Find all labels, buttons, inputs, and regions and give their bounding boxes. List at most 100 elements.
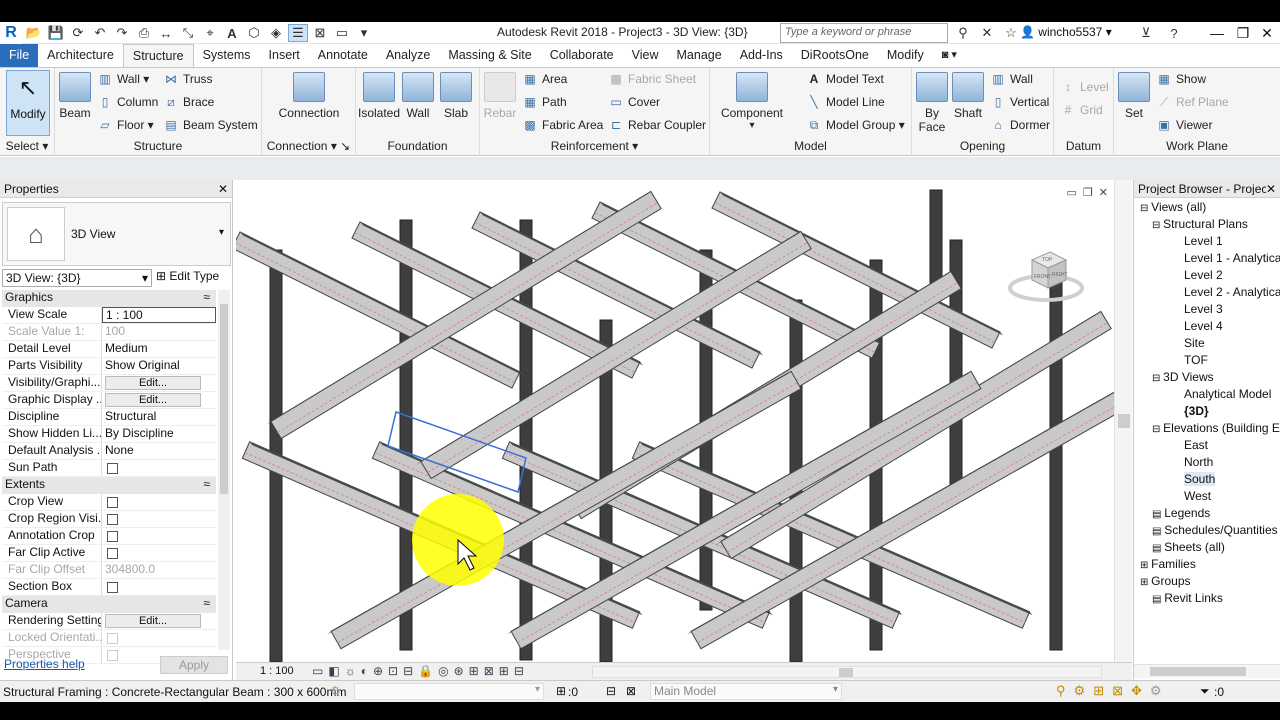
column-8[interactable]	[1049, 269, 1063, 651]
property-value[interactable]: None	[102, 443, 216, 459]
sun-path-icon[interactable]: ☼	[345, 664, 356, 678]
browser-item[interactable]: ▤ Sheets (all)	[1152, 540, 1225, 554]
show-crop-icon[interactable]: ⊟	[403, 664, 413, 678]
select-underlay-icon[interactable]: ⚙	[1074, 683, 1086, 699]
close-hidden-icon[interactable]: ⊠	[310, 24, 330, 42]
browser-item[interactable]: ▤ Legends	[1152, 506, 1210, 520]
property-checkbox[interactable]	[107, 633, 118, 644]
help-icon[interactable]: ?	[1164, 24, 1184, 42]
reveal-constraints-icon[interactable]: ⊟	[514, 664, 524, 678]
contextual-tab-toggle-icon[interactable]: ◙ ▾	[933, 44, 966, 67]
property-checkbox[interactable]	[107, 497, 118, 508]
measure-icon[interactable]: ↔	[156, 24, 176, 42]
property-group-extents[interactable]: Extents ≈	[2, 477, 216, 494]
subscription-icon[interactable]: ✕	[977, 24, 997, 42]
maximize-button[interactable]: ❐	[1230, 22, 1256, 44]
wall-button[interactable]: ▥ Wall ▾	[97, 72, 149, 86]
properties-scrollbar[interactable]	[218, 290, 230, 650]
view-instance-selector[interactable]: 3D View: {3D} ▾	[2, 269, 152, 287]
browser-item[interactable]: TOF	[1184, 353, 1208, 367]
browser-item[interactable]: ⊟ Views (all)	[1140, 200, 1206, 214]
model-text-button[interactable]: A Model Text	[806, 72, 884, 86]
text-icon[interactable]: A	[222, 24, 242, 42]
reveal-hidden-icon[interactable]: ⊛	[454, 664, 464, 678]
close-view-icon[interactable]: ✕	[1099, 186, 1108, 199]
collapse-icon[interactable]: ⊟	[1152, 424, 1163, 435]
browser-item[interactable]: ▤ Schedules/Quantities	[1152, 523, 1278, 537]
fabric-sheet-button[interactable]: ▩ Fabric Sheet	[608, 72, 696, 86]
property-group-camera[interactable]: Camera ≈	[2, 596, 216, 613]
column-button[interactable]: ▯ Column	[97, 95, 159, 109]
brace-button[interactable]: ⧄ Brace	[163, 95, 214, 110]
render-icon[interactable]: ⊕	[373, 664, 383, 678]
close-icon[interactable]: ✕	[218, 182, 228, 196]
truss-button[interactable]: ⋈ Truss	[163, 72, 213, 86]
property-checkbox[interactable]	[107, 650, 118, 661]
dimension-icon[interactable]: ⤡	[178, 24, 198, 42]
modify-button[interactable]: ↖ Modify	[6, 70, 50, 136]
browser-item[interactable]: Level 3	[1184, 302, 1223, 316]
tab-view[interactable]: View	[623, 44, 668, 67]
cover-button[interactable]: ▭ Cover	[608, 95, 660, 109]
close-button[interactable]: ✕	[1254, 22, 1280, 44]
tab-manage[interactable]: Manage	[668, 44, 731, 67]
type-selector[interactable]: ⌂ 3D View ▾	[2, 202, 231, 266]
tab-annotate[interactable]: Annotate	[309, 44, 377, 67]
property-group-graphics[interactable]: Graphics ≈	[2, 290, 216, 307]
browser-item[interactable]: West	[1184, 489, 1211, 503]
wall-opening-button[interactable]: ▥ Wall	[990, 72, 1033, 86]
edit-button[interactable]: Edit...	[105, 376, 201, 390]
browser-item[interactable]: ▤ Revit Links	[1152, 591, 1223, 605]
viewer-button[interactable]: ▣ Viewer	[1156, 118, 1212, 132]
level-button[interactable]: ↕ Level	[1060, 80, 1109, 94]
by-face-button[interactable]: By Face	[916, 72, 948, 134]
design-option-dropdown[interactable]: Main Model ▾	[650, 683, 842, 700]
isolated-foundation-button[interactable]: Isolated	[358, 72, 400, 120]
select-panel-label[interactable]: Select ▾	[0, 139, 54, 153]
tag-icon[interactable]: ⌖	[200, 24, 220, 42]
browser-item[interactable]: South	[1184, 472, 1216, 486]
rebar-coupler-button[interactable]: ⊏ Rebar Coupler	[608, 118, 706, 132]
restore-view-icon[interactable]: ❐	[1083, 186, 1093, 199]
browser-item[interactable]: ⊟ Structural Plans	[1152, 217, 1248, 231]
undo-icon[interactable]: ↶	[90, 24, 110, 42]
property-value[interactable]: 1 : 100	[102, 307, 216, 323]
print-icon[interactable]: ⎙	[134, 24, 154, 42]
wall-foundation-button[interactable]: Wall	[400, 72, 436, 120]
collapse-icon[interactable]: ≈	[203, 477, 210, 494]
property-value[interactable]: Show Original	[102, 358, 216, 374]
open-icon[interactable]: 📂	[24, 24, 44, 42]
collapse-icon[interactable]: ⊟	[1152, 220, 1163, 231]
filter-icon[interactable]: ⏷	[1200, 684, 1210, 699]
column-1[interactable]	[399, 219, 413, 651]
browser-item[interactable]: Level 1	[1184, 234, 1223, 248]
property-value[interactable]: Structural	[102, 409, 216, 425]
binoculars-icon[interactable]: ⚲	[953, 24, 973, 42]
browser-item[interactable]: ⊞ Groups	[1140, 574, 1191, 588]
rebar-button[interactable]: Rebar	[482, 72, 518, 120]
area-button[interactable]: ▦ Area	[522, 72, 567, 86]
collapse-icon[interactable]: ≈	[203, 290, 210, 307]
tab-add-ins[interactable]: Add-Ins	[731, 44, 792, 67]
connection-panel-label[interactable]: Connection ▾ ↘	[262, 139, 355, 153]
model-group-button[interactable]: ⧉ Model Group ▾	[806, 118, 905, 133]
edit-button[interactable]: Edit...	[105, 614, 201, 628]
grid-button[interactable]: # Grid	[1060, 103, 1103, 117]
workset-dropdown[interactable]: ▾	[354, 683, 544, 700]
browser-item[interactable]: {3D}	[1184, 404, 1209, 418]
redo-icon[interactable]: ↷	[112, 24, 132, 42]
tab-massing-site[interactable]: Massing & Site	[439, 44, 540, 67]
connection-button[interactable]: Connection	[272, 72, 346, 120]
shaft-button[interactable]: Shaft	[950, 72, 986, 120]
fabric-area-button[interactable]: ▩ Fabric Area	[522, 118, 603, 132]
property-checkbox[interactable]	[107, 531, 118, 542]
default-3d-view-icon[interactable]: ⬡	[244, 24, 264, 42]
select-pinned-icon[interactable]: ⊞	[1093, 683, 1104, 699]
sync-icon[interactable]: ⟳	[68, 24, 88, 42]
highlight-displacement-icon[interactable]: ⊞	[499, 664, 509, 678]
ref-plane-button[interactable]: ⟋ Ref Plane	[1156, 95, 1229, 110]
collapse-icon[interactable]: ≈	[203, 596, 210, 613]
analytical-model-icon[interactable]: ⊠	[484, 664, 494, 678]
beam-system-button[interactable]: ▤ Beam System	[163, 118, 257, 132]
exchange-apps-icon[interactable]: ⊻	[1136, 24, 1156, 42]
